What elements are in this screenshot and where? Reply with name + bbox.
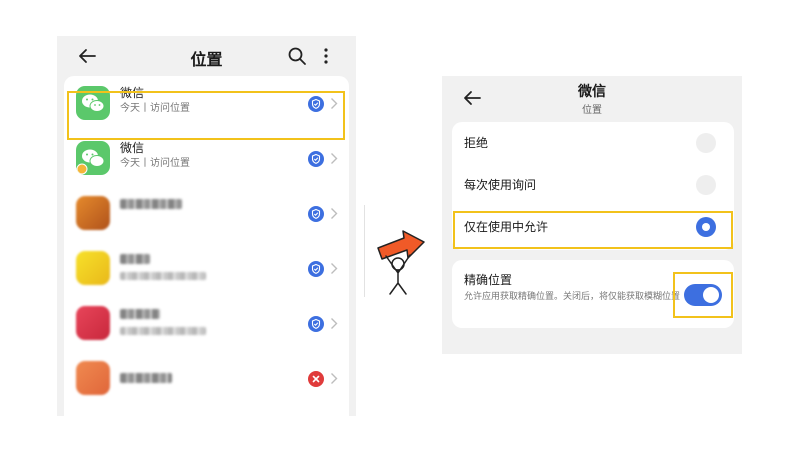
chevron-right-icon [331,318,338,329]
blurred-app-sub [120,327,206,335]
list-item-blurred-app[interactable] [64,351,349,406]
shield-check-icon [308,206,324,222]
search-icon[interactable] [286,45,308,67]
blurred-app-sub [120,272,206,280]
highlight-box-precise-toggle [673,272,733,318]
highlight-box-wechat-row [67,91,345,140]
chevron-right-icon [331,263,338,274]
blurred-app-name [120,199,182,209]
precise-location-description: 允许应用获取精确位置。关闭后，将仅能获取模糊位置 [464,292,681,302]
blurred-app-name [120,254,150,264]
page-subtitle: 位置 [582,105,602,116]
shield-check-icon [308,261,324,277]
page-title: 微信 [578,84,606,100]
list-item-blurred-app[interactable] [64,186,349,241]
blurred-app-name [120,373,172,383]
option-ask-every-time[interactable]: 每次使用询问 [452,164,734,206]
precise-location-label: 精确位置 [464,273,513,287]
app-last-access: 今天丨访问位置 [120,158,190,169]
blurred-app-name [120,309,160,319]
option-label: 每次使用询问 [464,178,537,192]
list-item-blurred-app[interactable] [64,241,349,296]
app-name: 微信 [120,141,145,155]
shield-check-icon [308,151,324,167]
blurred-app-icon [76,306,110,340]
page-title: 位置 [190,50,223,69]
mascot-arrow-icon [377,230,425,295]
list-item-blurred-app[interactable] [64,296,349,351]
chevron-right-icon [331,373,338,384]
radio-button[interactable] [696,133,716,153]
more-vertical-icon[interactable] [319,45,333,67]
left-header: 位置 [57,36,356,76]
chevron-right-icon [331,208,338,219]
blurred-app-icon [76,251,110,285]
radio-button[interactable] [696,175,716,195]
blurred-app-icon [76,196,110,230]
shield-check-icon [308,316,324,332]
chevron-right-icon [331,153,338,164]
highlight-box-allow-while-using [453,211,733,249]
denied-x-icon [308,371,324,387]
right-header: 微信 位置 [442,76,742,122]
option-label: 拒绝 [464,136,489,150]
blurred-app-icon [76,361,110,395]
wechat-clone-icon [76,141,110,175]
option-deny[interactable]: 拒绝 [452,122,734,164]
divider [364,205,365,297]
